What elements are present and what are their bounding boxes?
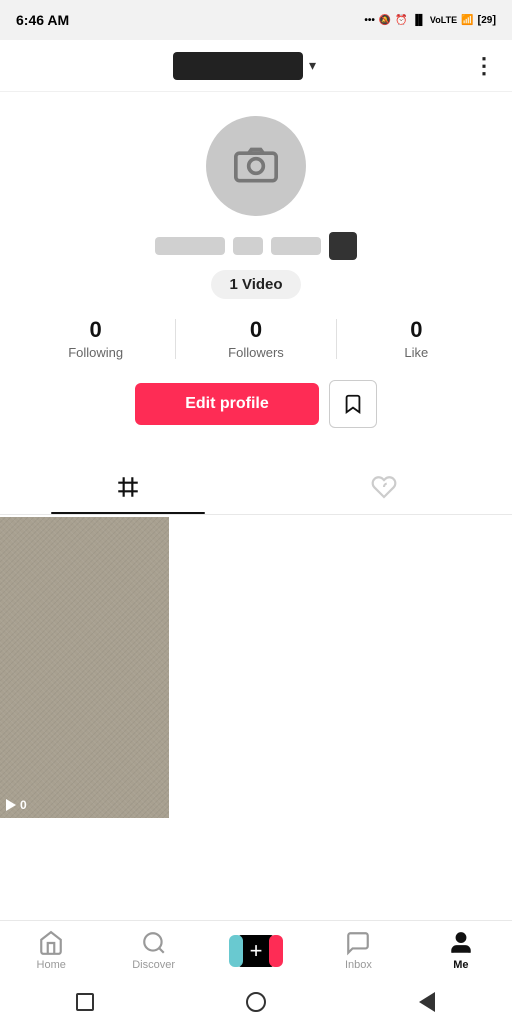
- username-ph-2: [233, 237, 263, 255]
- android-back-button[interactable]: [405, 980, 449, 1024]
- nav-home-label: Home: [37, 959, 66, 971]
- status-bar: 6:46 AM ••• 🔕 ⏰ ▐▌ VoLTE 📶 [29]: [0, 0, 512, 40]
- username-ph-4: [329, 232, 357, 260]
- likes-count: 0: [410, 317, 422, 343]
- android-recents-button[interactable]: [63, 980, 107, 1024]
- lte-icon: VoLTE: [430, 15, 457, 25]
- search-icon: [141, 930, 167, 956]
- top-nav: ▾ ⋮: [0, 40, 512, 92]
- followers-count: 0: [250, 317, 262, 343]
- chevron-down-icon: ▾: [309, 57, 316, 74]
- followers-label: Followers: [228, 345, 284, 360]
- battery-icon: [29]: [478, 14, 496, 26]
- grid-icon: [115, 474, 141, 500]
- signal-dots: •••: [364, 15, 375, 26]
- username-ph-3: [271, 237, 321, 255]
- mute-icon: 🔕: [379, 15, 391, 26]
- likes-stat[interactable]: 0 Like: [337, 317, 496, 360]
- create-button[interactable]: +: [234, 935, 278, 967]
- camera-icon: [234, 144, 278, 188]
- bookmark-icon: [342, 393, 364, 415]
- profile-buttons: Edit profile: [135, 380, 377, 428]
- home-icon: [38, 930, 64, 956]
- inbox-icon: [345, 930, 371, 956]
- followers-stat[interactable]: 0 Followers: [176, 317, 335, 360]
- bottom-nav: Home Discover + Inbox Me: [0, 920, 512, 980]
- video-grid: 0: [0, 515, 512, 820]
- liked-icon: [371, 474, 397, 500]
- following-label: Following: [68, 345, 123, 360]
- nav-discover-label: Discover: [132, 959, 175, 971]
- status-icons: ••• 🔕 ⏰ ▐▌ VoLTE 📶 [29]: [364, 14, 496, 26]
- more-menu-button[interactable]: ⋮: [473, 53, 496, 79]
- nav-create[interactable]: +: [205, 935, 307, 967]
- tab-grid[interactable]: [0, 460, 256, 514]
- play-icon: [6, 799, 16, 811]
- nav-inbox-label: Inbox: [345, 959, 372, 971]
- following-count: 0: [90, 317, 102, 343]
- likes-label: Like: [404, 345, 428, 360]
- video-thumbnail[interactable]: 0: [0, 517, 169, 818]
- nav-me[interactable]: Me: [410, 930, 512, 971]
- play-count-value: 0: [20, 798, 27, 812]
- edit-profile-button[interactable]: Edit profile: [135, 383, 319, 425]
- back-icon: [419, 992, 435, 1012]
- stats-row: 0 Following 0 Followers 0 Like: [16, 317, 496, 360]
- plus-icon: +: [250, 940, 263, 962]
- nav-discover[interactable]: Discover: [102, 930, 204, 971]
- recents-icon: [76, 993, 94, 1011]
- status-time: 6:46 AM: [16, 12, 69, 28]
- username-ph-1: [155, 237, 225, 255]
- content-tabs: [0, 460, 512, 515]
- more-icon: ⋮: [473, 53, 496, 78]
- avatar: [206, 116, 306, 216]
- video-badge: 1 Video: [211, 270, 300, 299]
- profile-section: 1 Video 0 Following 0 Followers 0 Like E…: [0, 92, 512, 452]
- nav-inbox[interactable]: Inbox: [307, 930, 409, 971]
- nav-home[interactable]: Home: [0, 930, 102, 971]
- username-area[interactable]: ▾: [173, 52, 316, 80]
- tab-liked[interactable]: [256, 460, 512, 514]
- alarm-icon: ⏰: [395, 15, 407, 26]
- home-hardware-icon: [246, 992, 266, 1012]
- play-count: 0: [6, 798, 27, 812]
- username-placeholders: [155, 232, 357, 260]
- avatar-container: [206, 116, 306, 216]
- android-home-button[interactable]: [234, 980, 278, 1024]
- video-preview: [0, 517, 169, 818]
- signal-bars: ▐▌: [412, 15, 426, 26]
- username-bar: [173, 52, 303, 80]
- following-stat[interactable]: 0 Following: [16, 317, 175, 360]
- android-nav: [0, 980, 512, 1024]
- wifi-icon: 📶: [461, 15, 473, 26]
- nav-me-label: Me: [453, 959, 468, 971]
- profile-icon: [448, 930, 474, 956]
- bookmark-button[interactable]: [329, 380, 377, 428]
